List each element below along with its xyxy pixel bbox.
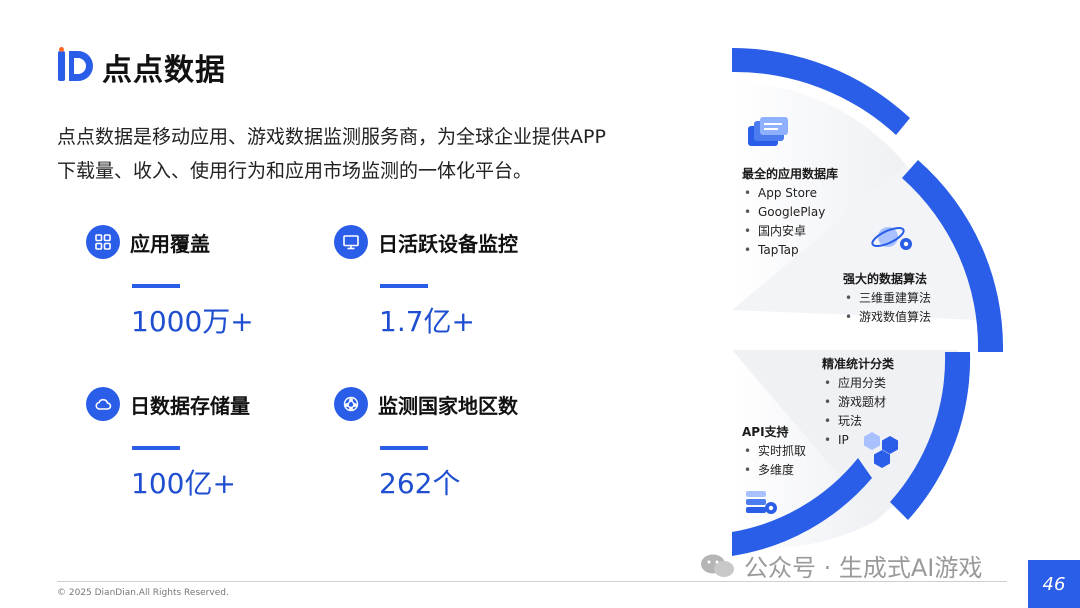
footer-divider xyxy=(57,581,1007,582)
segment-title: 精准统计分类 xyxy=(822,357,895,371)
segment-api-support: API支持 实时抓取 多维度 xyxy=(742,423,806,480)
segment-data-algorithms: 强大的数据算法 三维重建算法 游戏数值算法 xyxy=(843,270,931,327)
intro-line-1: 点点数据是移动应用、游戏数据监测服务商，为全球企业提供APP xyxy=(57,126,606,148)
segment-item: 应用分类 xyxy=(822,374,894,393)
brand-logo: 点点数据 xyxy=(56,44,226,90)
brand-name: 点点数据 xyxy=(102,53,226,88)
intro-line-2: 下载量、收入、使用行为和应用市场监测的一体化平台。 xyxy=(57,160,533,182)
segment-item: 三维重建算法 xyxy=(843,289,931,308)
segment-item: IP xyxy=(822,431,894,450)
intro-text: 点点数据是移动应用、游戏数据监测服务商，为全球企业提供APP 下载量、收入、使用… xyxy=(57,120,677,188)
page-number: 46 xyxy=(1028,560,1080,608)
metric-divider xyxy=(380,446,428,450)
segment-app-database: 最全的应用数据库 App Store GooglePlay 国内安卓 TapTa… xyxy=(742,165,838,260)
footer-copyright: © 2025 DianDian.All Rights Reserved. xyxy=(57,588,229,598)
metric-value: 1.7亿+ xyxy=(379,305,475,338)
globe-network-icon xyxy=(334,387,368,421)
monitor-icon xyxy=(334,225,368,259)
segment-title: 最全的应用数据库 xyxy=(742,167,839,181)
segment-item: 国内安卓 xyxy=(742,222,838,241)
orbit-gear-icon xyxy=(871,226,912,250)
metric-label: 监测国家地区数 xyxy=(378,393,518,418)
segment-item: 多维度 xyxy=(742,461,806,480)
cloud-icon xyxy=(86,387,120,421)
database-cards-icon xyxy=(748,117,788,146)
segment-title: 强大的数据算法 xyxy=(843,272,928,286)
metric-value: 100亿+ xyxy=(131,467,236,500)
server-gear-icon xyxy=(746,491,777,514)
metric-divider xyxy=(132,446,180,450)
metric-app-coverage: 应用覆盖 1000万+ xyxy=(86,222,346,340)
segment-item: TapTap xyxy=(742,241,838,260)
diandian-logo-icon xyxy=(58,47,93,81)
metric-value: 262个 xyxy=(379,467,461,500)
metric-label: 日活跃设备监控 xyxy=(378,231,518,256)
wechat-icon xyxy=(701,554,734,577)
segment-title: API支持 xyxy=(742,425,789,439)
segment-classification: 精准统计分类 应用分类 游戏题材 玩法 IP xyxy=(822,355,894,450)
segment-item: GooglePlay xyxy=(742,203,838,222)
metric-daily-storage: 日数据存储量 100亿+ xyxy=(86,384,346,502)
watermark: 公众号 · 生成式AI游戏 xyxy=(700,548,982,583)
metric-divider xyxy=(380,284,428,288)
watermark-text: 公众号 · 生成式AI游戏 xyxy=(744,554,983,582)
metric-daily-active-devices: 日活跃设备监控 1.7亿+ xyxy=(334,222,594,340)
segment-item: 玩法 xyxy=(822,412,894,431)
segment-item: 游戏题材 xyxy=(822,393,894,412)
segment-item: 游戏数值算法 xyxy=(843,308,931,327)
grid-icon xyxy=(86,225,120,259)
metric-label: 日数据存储量 xyxy=(130,393,250,418)
metric-countries-monitored: 监测国家地区数 262个 xyxy=(334,384,594,502)
segment-item: App Store xyxy=(742,184,838,203)
metric-label: 应用覆盖 xyxy=(130,231,210,256)
metric-value: 1000万+ xyxy=(131,305,254,338)
metric-divider xyxy=(132,284,180,288)
segment-item: 实时抓取 xyxy=(742,442,806,461)
